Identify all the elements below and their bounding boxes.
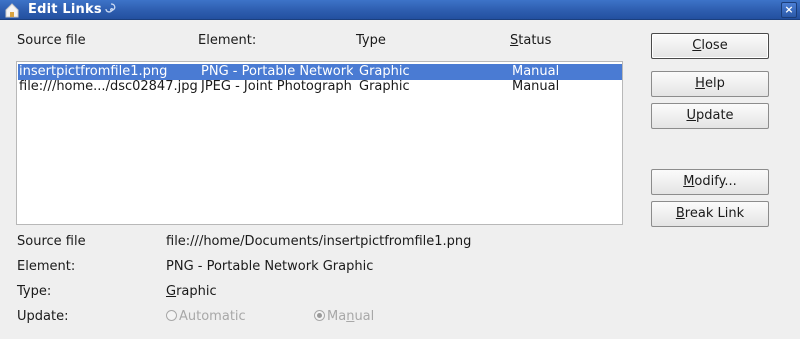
- link-status: Manual: [512, 64, 560, 79]
- manual-radio[interactable]: Manual: [314, 309, 374, 324]
- automatic-radio[interactable]: Automatic: [166, 309, 246, 324]
- link-type: Graphic: [359, 79, 410, 94]
- update-button[interactable]: Update: [651, 103, 769, 129]
- type-label: Type:: [17, 284, 52, 299]
- link-source: file:///home.../dsc02847.jpg: [19, 79, 197, 94]
- help-button[interactable]: Help: [651, 71, 769, 97]
- manual-radio-label: Manual: [327, 309, 375, 324]
- source-file-value: file:///home/Documents/insertpictfromfil…: [166, 234, 472, 249]
- app-icon: [5, 3, 19, 18]
- link-source: insertpictfromfile1.png: [19, 64, 168, 79]
- header-element[interactable]: Element:: [198, 33, 256, 48]
- context-help-icon[interactable]: [104, 2, 118, 16]
- radio-selected-icon: [314, 310, 325, 321]
- break-link-button[interactable]: Break Link: [651, 201, 769, 227]
- modify-button[interactable]: Modify...: [651, 169, 769, 195]
- element-value: PNG - Portable Network Graphic: [166, 259, 374, 274]
- link-type: Graphic: [359, 64, 410, 79]
- type-value: Graphic: [166, 284, 217, 299]
- update-label: Update:: [17, 309, 69, 324]
- link-row-1[interactable]: insertpictfromfile1.png PNG - Portable N…: [18, 64, 622, 80]
- element-label: Element:: [17, 259, 76, 274]
- radio-circle-icon: [166, 310, 177, 321]
- link-row-2[interactable]: file:///home.../dsc02847.jpg JPEG - Join…: [18, 79, 622, 95]
- header-type[interactable]: Type: [356, 33, 386, 48]
- automatic-radio-label: Automatic: [179, 309, 246, 324]
- links-list[interactable]: insertpictfromfile1.png PNG - Portable N…: [16, 61, 623, 225]
- header-status[interactable]: Status: [510, 33, 551, 48]
- header-source-file[interactable]: Source file: [17, 33, 86, 48]
- source-file-label: Source file: [17, 234, 86, 249]
- link-status: Manual: [512, 79, 560, 94]
- link-element: PNG - Portable Network: [201, 64, 353, 79]
- window-close-icon[interactable]: ×: [781, 2, 797, 18]
- close-button[interactable]: Close: [651, 33, 769, 59]
- link-element: JPEG - Joint Photographic: [201, 79, 353, 94]
- title-bar: Edit Links ×: [0, 0, 800, 20]
- window-title: Edit Links: [28, 2, 102, 17]
